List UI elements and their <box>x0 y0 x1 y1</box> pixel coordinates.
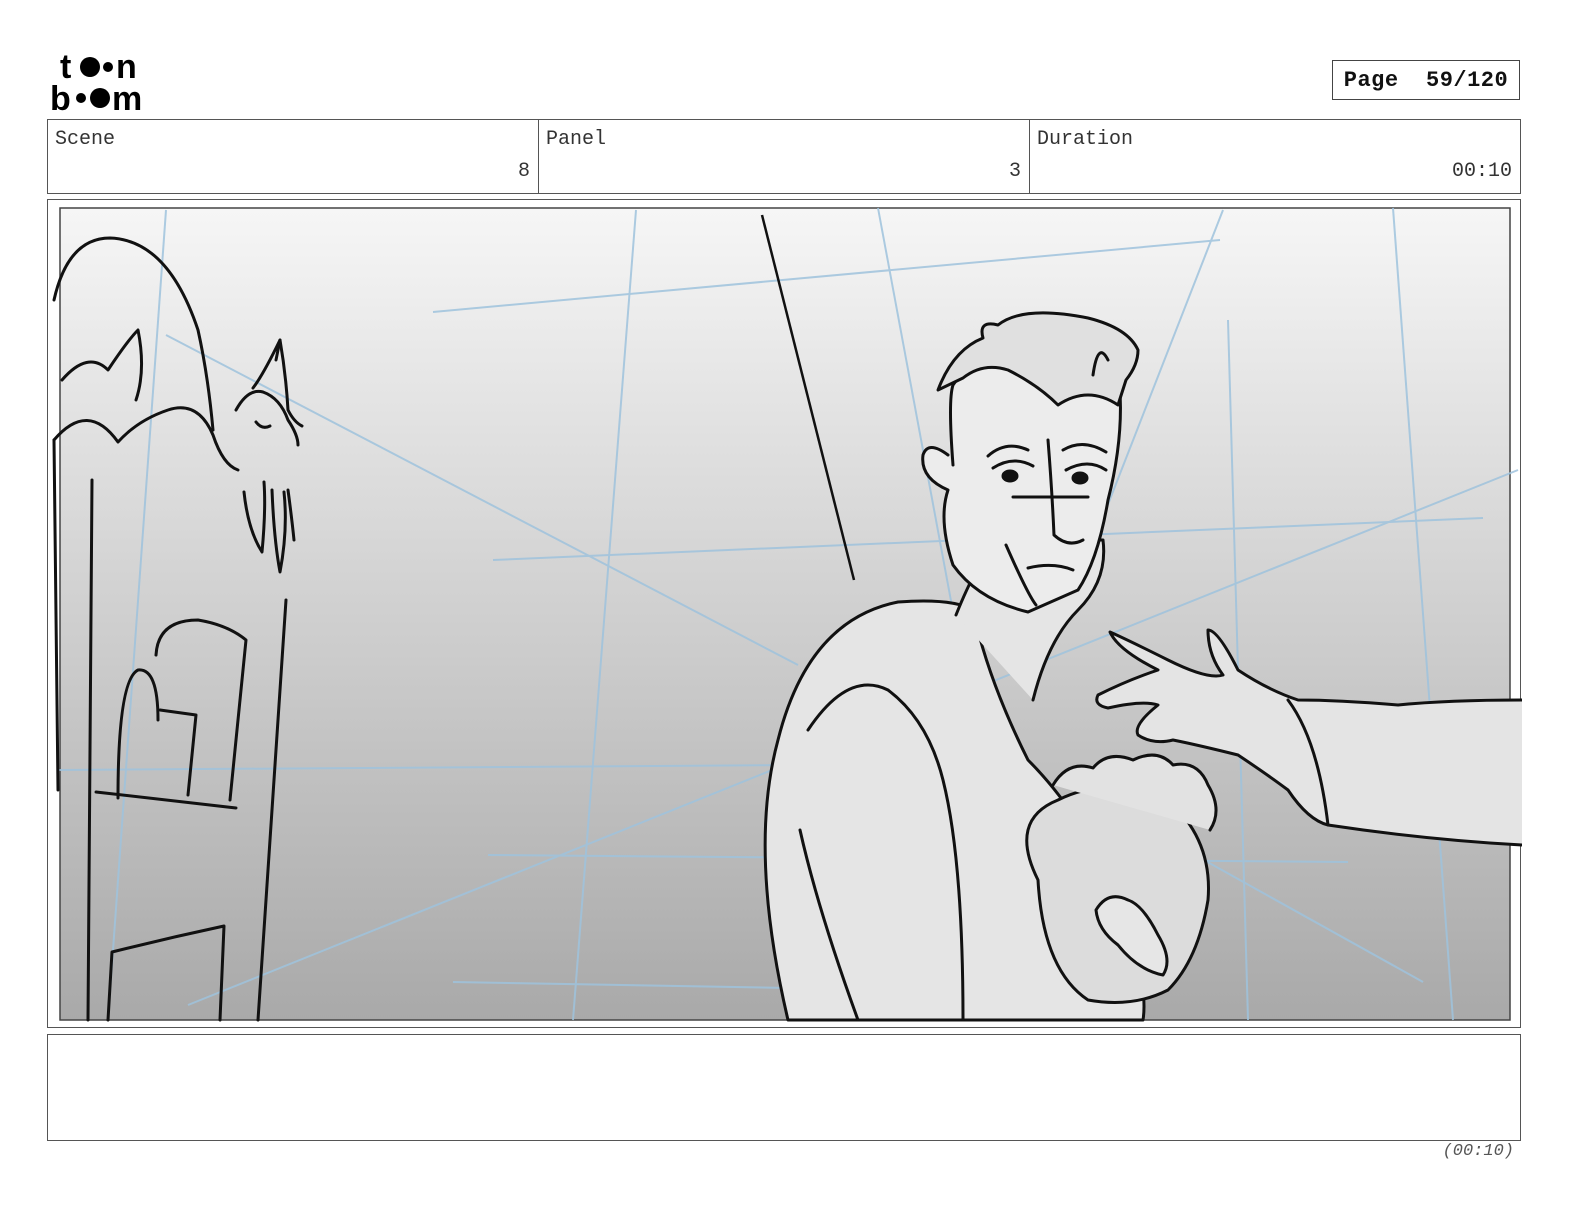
page-number: 59/120 <box>1426 67 1509 93</box>
panel-notes <box>47 1034 1521 1141</box>
duration-cell: Duration 00:10 <box>1030 120 1520 193</box>
storyboard-panel <box>47 199 1522 1028</box>
panel-info-header: Scene 8 Panel 3 Duration 00:10 <box>47 119 1521 194</box>
page-indicator: Page 59/120 <box>1332 60 1520 100</box>
panel-cell: Panel 3 <box>539 120 1030 193</box>
scene-value: 8 <box>517 160 530 183</box>
svg-text:b: b <box>50 80 71 114</box>
footer-duration: (00:10) <box>1442 1142 1514 1161</box>
scene-cell: Scene 8 <box>48 120 539 193</box>
page-label: Page <box>1343 67 1399 93</box>
duration-value: 00:10 <box>1451 160 1512 183</box>
svg-text:m: m <box>112 80 142 114</box>
duration-label: Duration <box>1037 128 1134 151</box>
panel-label: Panel <box>546 128 607 151</box>
toon-boom-logo: t n b m <box>50 50 142 114</box>
scene-label: Scene <box>55 128 116 151</box>
storyboard-sketch <box>52 207 1522 1022</box>
panel-value: 3 <box>1008 160 1021 183</box>
